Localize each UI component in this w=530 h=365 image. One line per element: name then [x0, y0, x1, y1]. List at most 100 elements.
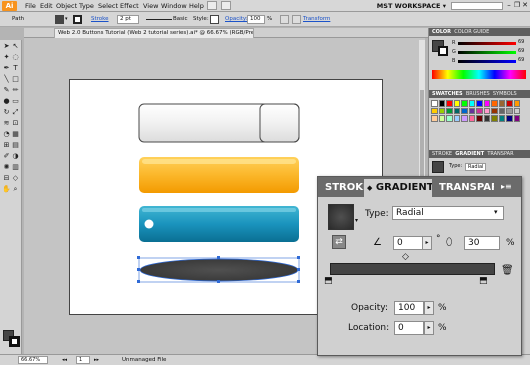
swatch[interactable] — [506, 107, 513, 114]
tab-swatches[interactable]: SWATCHES — [432, 91, 463, 97]
swatch[interactable] — [491, 100, 498, 107]
swatch[interactable] — [431, 107, 438, 114]
swatch[interactable] — [453, 107, 460, 114]
tab-gradient-label: GRADIENT — [375, 182, 432, 193]
delete-stop-icon[interactable]: 🗑 — [501, 265, 514, 276]
red-value[interactable]: 69 — [518, 39, 524, 45]
stop-opacity-label: Opacity: — [351, 303, 388, 313]
swatch[interactable] — [453, 115, 460, 122]
swatch[interactable] — [461, 107, 468, 114]
swatch[interactable] — [483, 100, 490, 107]
swatch[interactable] — [438, 115, 445, 122]
tab-gradient-arrows-icon: ◆ — [367, 184, 373, 192]
swatch[interactable] — [431, 115, 438, 122]
swatch[interactable] — [446, 115, 453, 122]
stop-opacity-dropdown-arrow[interactable]: ▸ — [424, 301, 434, 315]
swatch[interactable] — [461, 115, 468, 122]
tab-brushes[interactable]: BRUSHES — [466, 91, 490, 97]
swatch[interactable] — [506, 115, 513, 122]
swatch[interactable] — [453, 100, 460, 107]
tab-symbols[interactable]: SYMBOLS — [493, 91, 517, 97]
mini-tab-stroke[interactable]: STROKE — [432, 151, 452, 157]
gradient-type-select[interactable]: Radial — [392, 206, 504, 220]
blue-slider[interactable] — [458, 60, 516, 63]
reverse-gradient-icon[interactable]: ⇄ — [332, 235, 346, 249]
swatch[interactable] — [491, 107, 498, 114]
stop-location-field[interactable]: 0 — [394, 321, 424, 335]
mini-gradient-header[interactable]: STROKE GRADIENT TRANSPAR — [429, 150, 530, 158]
last-page-icon[interactable]: ▸▸ — [94, 356, 99, 364]
stop-location-label: Location: — [348, 323, 390, 333]
gradient-thumbnail-chevron-icon[interactable]: ▾ — [355, 217, 358, 224]
swatch-grid[interactable] — [431, 100, 523, 144]
swatch[interactable] — [446, 107, 453, 114]
panel-menu-icon[interactable]: ▸≡ — [501, 182, 512, 191]
swatch[interactable] — [498, 100, 505, 107]
r-label: R — [452, 40, 456, 46]
swatch[interactable] — [438, 107, 445, 114]
swatch[interactable] — [513, 100, 520, 107]
orange-button[interactable] — [139, 157, 299, 193]
blue-button[interactable] — [139, 206, 299, 242]
swatch[interactable] — [446, 100, 453, 107]
tab-color[interactable]: COLOR — [432, 29, 451, 35]
tab-stroke[interactable]: STROKE — [322, 179, 366, 197]
gradient-type-chevron-icon[interactable]: ▾ — [494, 208, 498, 216]
white-button[interactable] — [138, 103, 300, 143]
stop-location-dropdown-arrow[interactable]: ▸ — [424, 321, 434, 335]
midpoint-diamond-icon[interactable]: ◇ — [402, 253, 409, 262]
tab-color-guide[interactable]: COLOR GUIDE — [454, 29, 489, 35]
angle-dropdown-arrow[interactable]: ▸ — [422, 236, 432, 250]
green-value[interactable]: 69 — [518, 48, 524, 54]
color-spectrum[interactable] — [432, 70, 526, 79]
swatch[interactable] — [438, 100, 445, 107]
gradient-stop-left-icon[interactable]: ⬒ — [324, 276, 333, 286]
gradient-type-label: Type: — [365, 209, 389, 219]
swatch[interactable] — [483, 115, 490, 122]
mini-tab-transparency[interactable]: TRANSPAR — [487, 151, 513, 157]
swatch[interactable] — [483, 107, 490, 114]
swatch[interactable] — [498, 107, 505, 114]
swatch[interactable] — [476, 107, 483, 114]
gradient-stop-right-icon[interactable]: ⬒ — [479, 276, 488, 286]
angle-unit: ° — [436, 234, 441, 244]
mini-type-label: Type: — [449, 163, 463, 169]
mini-tab-gradient[interactable]: GRADIENT — [455, 151, 484, 157]
green-slider[interactable] — [458, 51, 516, 54]
tab-transparency[interactable]: TRANSPAR — [436, 179, 494, 197]
swatch[interactable] — [506, 100, 513, 107]
first-page-icon[interactable]: ◂◂ — [62, 356, 67, 364]
page-field[interactable]: 1 — [76, 356, 90, 364]
swatch[interactable] — [461, 100, 468, 107]
swatch[interactable] — [513, 115, 520, 122]
status-message[interactable]: Unmanaged File — [122, 356, 166, 364]
swatch[interactable] — [468, 107, 475, 114]
color-panel-header[interactable]: COLOR COLOR GUIDE — [429, 28, 530, 36]
swatch[interactable] — [498, 115, 505, 122]
gradient-angle-field[interactable]: 0 — [393, 236, 423, 250]
swatches-panel-header[interactable]: SWATCHES BRUSHES SYMBOLS — [429, 90, 530, 98]
aspect-ratio-field[interactable]: 30 — [464, 236, 500, 250]
stop-opacity-field[interactable]: 100 — [394, 301, 424, 315]
swatch[interactable] — [476, 100, 483, 107]
mini-type-value[interactable]: Radial — [465, 163, 487, 171]
red-slider[interactable] — [458, 42, 516, 45]
swatch[interactable] — [476, 115, 483, 122]
swatch[interactable] — [513, 107, 520, 114]
swatch[interactable] — [468, 100, 475, 107]
dark-ellipse-shadow[interactable] — [137, 256, 300, 283]
aspect-ratio-icon: ⬯ — [446, 237, 453, 248]
gradient-slider-bar[interactable] — [330, 263, 495, 275]
swatch[interactable] — [468, 115, 475, 122]
blue-value[interactable]: 69 — [518, 57, 524, 63]
stop-opacity-unit: % — [438, 303, 447, 313]
swatch[interactable] — [491, 115, 498, 122]
gradient-thumbnail[interactable] — [328, 204, 354, 230]
color-stroke-swatch[interactable] — [438, 46, 448, 56]
tab-gradient[interactable]: ◆ GRADIENT — [364, 179, 432, 197]
swatch[interactable] — [431, 100, 438, 107]
b-label: B — [452, 58, 456, 64]
zoom-field[interactable]: 66.67% — [18, 356, 48, 364]
mini-gradient-thumbnail[interactable] — [432, 161, 444, 173]
gradient-panel-tabs: STROKE ◆ GRADIENT TRANSPAR ▸≡ — [318, 177, 521, 197]
